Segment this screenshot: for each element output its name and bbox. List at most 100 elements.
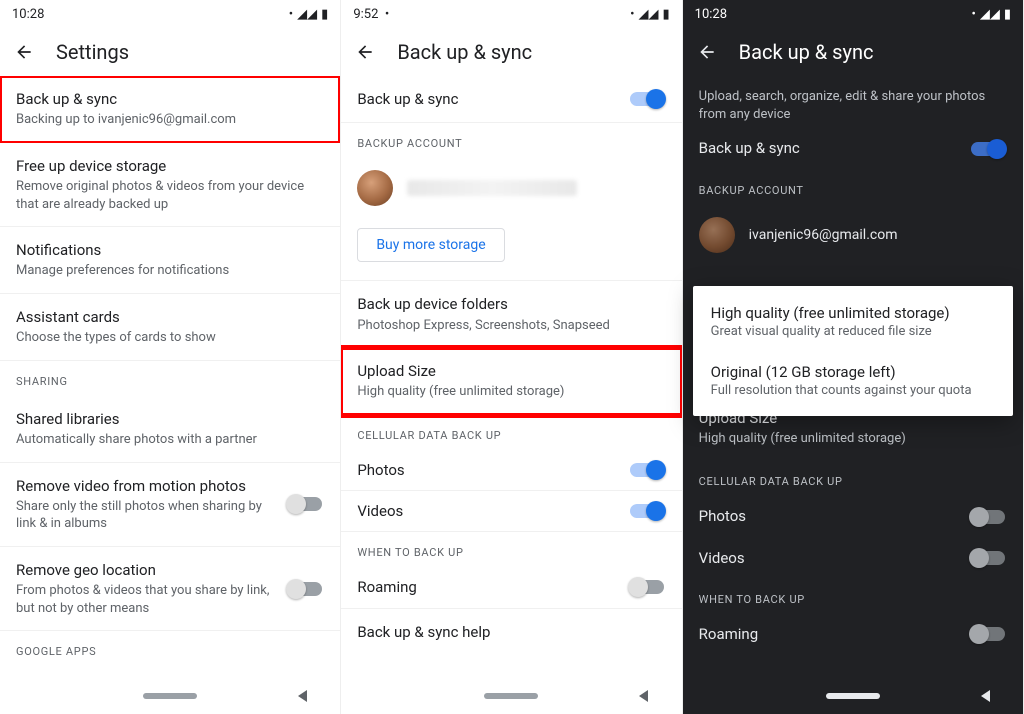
dot-icon bbox=[971, 7, 975, 22]
row-title: Remove geo location bbox=[16, 560, 270, 580]
row-subtitle: High quality (free unlimited storage) bbox=[699, 430, 1007, 448]
row-remove-geo[interactable]: Remove geo location From photos & videos… bbox=[0, 547, 340, 631]
avatar bbox=[357, 170, 393, 206]
row-subtitle: Manage preferences for notifications bbox=[16, 262, 324, 280]
phone-upload-size-dialog: 10:28 ◢◢ ▮ Back up & sync Upload, search… bbox=[683, 0, 1024, 714]
buy-more-storage-button[interactable]: Buy more storage bbox=[357, 228, 504, 262]
option-subtitle: Full resolution that counts against your… bbox=[711, 383, 995, 398]
toggle-cellular-photos bbox=[971, 510, 1005, 524]
app-bar: Settings bbox=[0, 28, 340, 76]
row-title: Back up & sync bbox=[699, 138, 953, 158]
status-icons: ◢◢ ▮ bbox=[630, 7, 670, 22]
row-remove-video-motion[interactable]: Remove video from motion photos Share on… bbox=[0, 463, 340, 547]
back-arrow-icon[interactable] bbox=[697, 42, 717, 62]
toggle-cellular-videos bbox=[971, 551, 1005, 565]
settings-list: Back up & sync Backing up to ivanjenic96… bbox=[0, 76, 340, 678]
row-title: Back up & sync bbox=[357, 89, 611, 109]
row-title: Videos bbox=[357, 501, 611, 521]
nav-back-icon[interactable] bbox=[981, 690, 990, 702]
row-google-drive[interactable]: Google Drive Sync photos & videos from G… bbox=[0, 666, 340, 678]
section-cellular: Cellular data back up bbox=[683, 461, 1023, 496]
status-bar: 10:28 ◢◢ ▮ bbox=[0, 0, 340, 28]
row-title: Back up & sync bbox=[16, 89, 324, 109]
row-cellular-photos[interactable]: Photos bbox=[341, 450, 681, 491]
option-original[interactable]: Original (12 GB storage left) Full resol… bbox=[693, 351, 1013, 410]
nav-home-pill[interactable] bbox=[143, 693, 197, 699]
row-title: Assistant cards bbox=[16, 307, 324, 327]
phone-settings: 10:28 ◢◢ ▮ Settings Back up & sync Backi… bbox=[0, 0, 341, 714]
row-upload-size[interactable]: Upload Size High quality (free unlimited… bbox=[341, 348, 681, 415]
row-assistant-cards[interactable]: Assistant cards Choose the types of card… bbox=[0, 294, 340, 361]
nav-bar bbox=[683, 678, 1023, 714]
row-cellular-photos: Photos bbox=[683, 496, 1023, 537]
section-when: When to back up bbox=[683, 579, 1023, 614]
row-roaming: Roaming bbox=[683, 614, 1023, 654]
row-backup-account: ivanjenic96@gmail.com bbox=[683, 205, 1023, 265]
page-title: Settings bbox=[56, 40, 129, 64]
toggle-backup-sync[interactable] bbox=[630, 92, 664, 106]
row-title: Remove video from motion photos bbox=[16, 476, 270, 496]
signal-icon: ◢◢ bbox=[980, 7, 1000, 22]
intro-text: Upload, search, organize, edit & share y… bbox=[683, 76, 1023, 128]
nav-back-icon[interactable] bbox=[298, 690, 307, 702]
option-subtitle: Great visual quality at reduced file siz… bbox=[711, 324, 995, 339]
clock: 10:28 bbox=[695, 7, 727, 22]
nav-home-pill[interactable] bbox=[484, 693, 538, 699]
app-bar: Back up & sync bbox=[341, 28, 681, 76]
dot-icon bbox=[630, 7, 634, 22]
row-subtitle: High quality (free unlimited storage) bbox=[357, 383, 665, 401]
section-cellular: Cellular data back up bbox=[341, 415, 681, 450]
row-title: Back up device folders bbox=[357, 294, 665, 314]
row-title: Upload Size bbox=[357, 361, 665, 381]
row-free-up-storage[interactable]: Free up device storage Remove original p… bbox=[0, 143, 340, 227]
toggle-backup-sync bbox=[971, 142, 1005, 156]
avatar bbox=[699, 217, 735, 253]
row-title: Roaming bbox=[357, 577, 611, 597]
section-sharing: Sharing bbox=[0, 361, 340, 396]
row-backup-sync-toggle[interactable]: Back up & sync bbox=[341, 76, 681, 123]
row-subtitle: Share only the still photos when sharing… bbox=[16, 498, 270, 533]
section-when: When to back up bbox=[341, 532, 681, 567]
backup-list: Back up & sync Backup account Buy more s… bbox=[341, 76, 681, 678]
row-shared-libraries[interactable]: Shared libraries Automatically share pho… bbox=[0, 396, 340, 463]
row-title: Notifications bbox=[16, 240, 324, 260]
clock: 9:52 bbox=[353, 7, 378, 22]
row-roaming[interactable]: Roaming bbox=[341, 567, 681, 608]
back-arrow-icon[interactable] bbox=[355, 42, 375, 62]
toggle-remove-geo[interactable] bbox=[288, 582, 322, 596]
nav-home-pill[interactable] bbox=[826, 693, 880, 699]
toggle-cellular-videos[interactable] bbox=[630, 504, 664, 518]
back-arrow-icon[interactable] bbox=[14, 42, 34, 62]
row-backup-sync-toggle: Back up & sync bbox=[683, 128, 1023, 169]
app-bar: Back up & sync bbox=[683, 28, 1023, 76]
row-cellular-videos: Videos bbox=[683, 538, 1023, 579]
option-title: High quality (free unlimited storage) bbox=[711, 304, 995, 322]
battery-icon: ▮ bbox=[1004, 7, 1011, 22]
row-backup-account[interactable] bbox=[341, 158, 681, 218]
signal-icon: ◢◢ bbox=[639, 7, 659, 22]
status-icons: ◢◢ ▮ bbox=[289, 7, 329, 22]
row-backup-device-folders[interactable]: Back up device folders Photoshop Express… bbox=[341, 281, 681, 348]
toggle-cellular-photos[interactable] bbox=[630, 463, 664, 477]
row-title: Photos bbox=[699, 506, 953, 526]
upload-size-dialog: High quality (free unlimited storage) Gr… bbox=[693, 286, 1013, 416]
row-notifications[interactable]: Notifications Manage preferences for not… bbox=[0, 227, 340, 294]
row-cellular-videos[interactable]: Videos bbox=[341, 491, 681, 532]
row-title: Back up & sync help bbox=[357, 622, 665, 642]
status-bar: 10:28 ◢◢ ▮ bbox=[683, 0, 1023, 28]
row-subtitle: Backing up to ivanjenic96@gmail.com bbox=[16, 111, 324, 129]
row-title: Photos bbox=[357, 460, 611, 480]
row-subtitle: Choose the types of cards to show bbox=[16, 329, 324, 347]
toggle-roaming[interactable] bbox=[630, 580, 664, 594]
page-title: Back up & sync bbox=[739, 40, 874, 64]
toggle-remove-video[interactable] bbox=[288, 497, 322, 511]
row-backup-sync[interactable]: Back up & sync Backing up to ivanjenic96… bbox=[0, 76, 340, 143]
account-email: ivanjenic96@gmail.com bbox=[749, 227, 898, 243]
page-title: Back up & sync bbox=[397, 40, 532, 64]
nav-back-icon[interactable] bbox=[639, 690, 648, 702]
row-backup-help[interactable]: Back up & sync help bbox=[341, 609, 681, 655]
option-high-quality[interactable]: High quality (free unlimited storage) Gr… bbox=[693, 292, 1013, 351]
section-backup-account: Backup account bbox=[341, 123, 681, 158]
row-title: Videos bbox=[699, 548, 953, 568]
section-google-apps: Google Apps bbox=[0, 631, 340, 666]
